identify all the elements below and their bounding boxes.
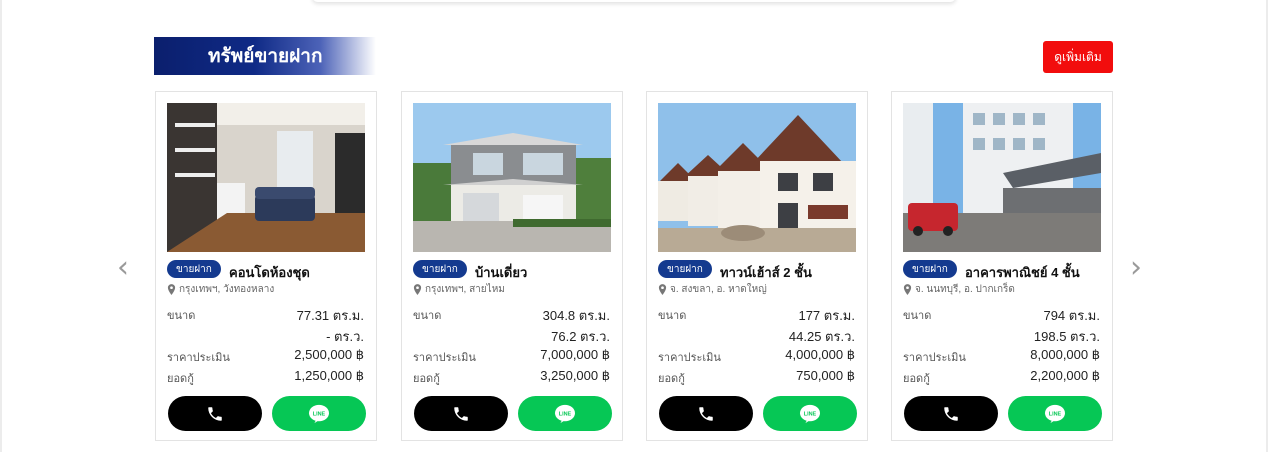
size-sqw-value: - ตร.ว. — [326, 329, 364, 344]
size-label: ขนาด — [658, 310, 687, 322]
sale-type-badge: ขายฝาก — [658, 260, 712, 278]
location-text: จ. นนทบุรี, อ. ปากเกร็ด — [915, 284, 1015, 295]
property-card[interactable]: ขายฝาก บ้านเดี่ยว กรุงเทพฯ, สายไหม ขนาด … — [401, 91, 623, 441]
appraisal-label: ราคาประเมิน — [167, 352, 230, 364]
size-sqw-value: 76.2 ตร.ว. — [551, 329, 610, 344]
appraisal-value: 8,000,000 ฿ — [1030, 347, 1100, 362]
svg-text:LINE: LINE — [1049, 411, 1062, 417]
loan-label: ยอดกู้ — [413, 373, 440, 385]
chevron-left-icon[interactable]: ‹ — [117, 253, 129, 283]
line-button[interactable]: LINE — [518, 396, 612, 431]
page-edge-left — [0, 0, 2, 452]
phone-icon — [699, 406, 713, 421]
chevron-right-icon[interactable]: › — [1130, 253, 1142, 283]
location-text: กรุงเทพฯ, สายไหม — [425, 284, 505, 295]
size-label: ขนาด — [413, 310, 442, 322]
property-photo — [413, 103, 611, 252]
size-sqm-value: 177 ตร.ม. — [798, 308, 855, 323]
appraisal-label: ราคาประเมิน — [413, 352, 476, 364]
map-pin-icon — [658, 284, 667, 295]
property-card[interactable]: ขายฝาก ทาวน์เฮ้าส์ 2 ชั้น จ. สงขลา, อ. ห… — [646, 91, 868, 441]
map-pin-icon — [167, 284, 176, 295]
location-text: กรุงเทพฯ, วังทองหลาง — [179, 284, 275, 295]
top-panel-bottom-edge — [312, 0, 956, 2]
line-icon: LINE — [800, 404, 820, 423]
map-pin-icon — [413, 284, 422, 295]
appraisal-value: 2,500,000 ฿ — [294, 347, 364, 362]
property-photo — [658, 103, 856, 252]
line-icon: LINE — [555, 404, 575, 423]
property-card[interactable]: ขายฝาก อาคารพาณิชย์ 4 ชั้น จ. นนทบุรี, อ… — [891, 91, 1113, 441]
property-location: จ. สงขลา, อ. หาดใหญ่ — [658, 282, 767, 297]
see-more-button[interactable]: ดูเพิ่มเติม — [1043, 41, 1113, 73]
call-button[interactable] — [904, 396, 998, 431]
property-title[interactable]: บ้านเดี่ยว — [475, 262, 527, 283]
line-button[interactable]: LINE — [763, 396, 857, 431]
size-sqw-value: 198.5 ตร.ว. — [1033, 329, 1100, 344]
loan-value: 1,250,000 ฿ — [294, 368, 364, 383]
size-sqm-value: 304.8 ตร.ม. — [542, 308, 610, 323]
loan-value: 2,200,000 ฿ — [1030, 368, 1100, 383]
call-button[interactable] — [414, 396, 508, 431]
svg-text:LINE: LINE — [804, 411, 817, 417]
svg-text:LINE: LINE — [559, 411, 572, 417]
svg-text:LINE: LINE — [313, 411, 326, 417]
appraisal-label: ราคาประเมิน — [903, 352, 966, 364]
size-sqm-value: 77.31 ตร.ม. — [296, 308, 364, 323]
appraisal-label: ราคาประเมิน — [658, 352, 721, 364]
line-button[interactable]: LINE — [1008, 396, 1102, 431]
property-title[interactable]: ทาวน์เฮ้าส์ 2 ชั้น — [720, 262, 812, 283]
location-text: จ. สงขลา, อ. หาดใหญ่ — [670, 284, 767, 295]
size-label: ขนาด — [167, 310, 196, 322]
property-location: กรุงเทพฯ, สายไหม — [413, 282, 505, 297]
appraisal-value: 4,000,000 ฿ — [785, 347, 855, 362]
property-location: จ. นนทบุรี, อ. ปากเกร็ด — [903, 282, 1015, 297]
phone-icon — [944, 406, 958, 421]
size-sqm-value: 794 ตร.ม. — [1043, 308, 1100, 323]
line-button[interactable]: LINE — [272, 396, 366, 431]
line-icon: LINE — [1045, 404, 1065, 423]
phone-icon — [208, 406, 222, 421]
loan-label: ยอดกู้ — [903, 373, 930, 385]
loan-value: 3,250,000 ฿ — [540, 368, 610, 383]
phone-icon — [454, 406, 468, 421]
sale-type-badge: ขายฝาก — [167, 260, 221, 278]
sale-type-badge: ขายฝาก — [413, 260, 467, 278]
call-button[interactable] — [168, 396, 262, 431]
property-title[interactable]: อาคารพาณิชย์ 4 ชั้น — [965, 262, 1080, 283]
loan-label: ยอดกู้ — [658, 373, 685, 385]
line-icon: LINE — [309, 404, 329, 423]
map-pin-icon — [903, 284, 912, 295]
property-location: กรุงเทพฯ, วังทองหลาง — [167, 282, 274, 297]
loan-label: ยอดกู้ — [167, 373, 194, 385]
appraisal-value: 7,000,000 ฿ — [540, 347, 610, 362]
property-title[interactable]: คอนโดห้องชุด — [229, 262, 310, 283]
property-card[interactable]: ขายฝาก คอนโดห้องชุด กรุงเทพฯ, วังทองหลาง… — [155, 91, 377, 441]
size-sqw-value: 44.25 ตร.ว. — [788, 329, 855, 344]
size-label: ขนาด — [903, 310, 932, 322]
property-photo — [167, 103, 365, 252]
call-button[interactable] — [659, 396, 753, 431]
loan-value: 750,000 ฿ — [796, 368, 855, 383]
property-photo — [903, 103, 1101, 252]
sale-type-badge: ขายฝาก — [903, 260, 957, 278]
section-title: ทรัพย์ขายฝาก — [154, 37, 376, 75]
